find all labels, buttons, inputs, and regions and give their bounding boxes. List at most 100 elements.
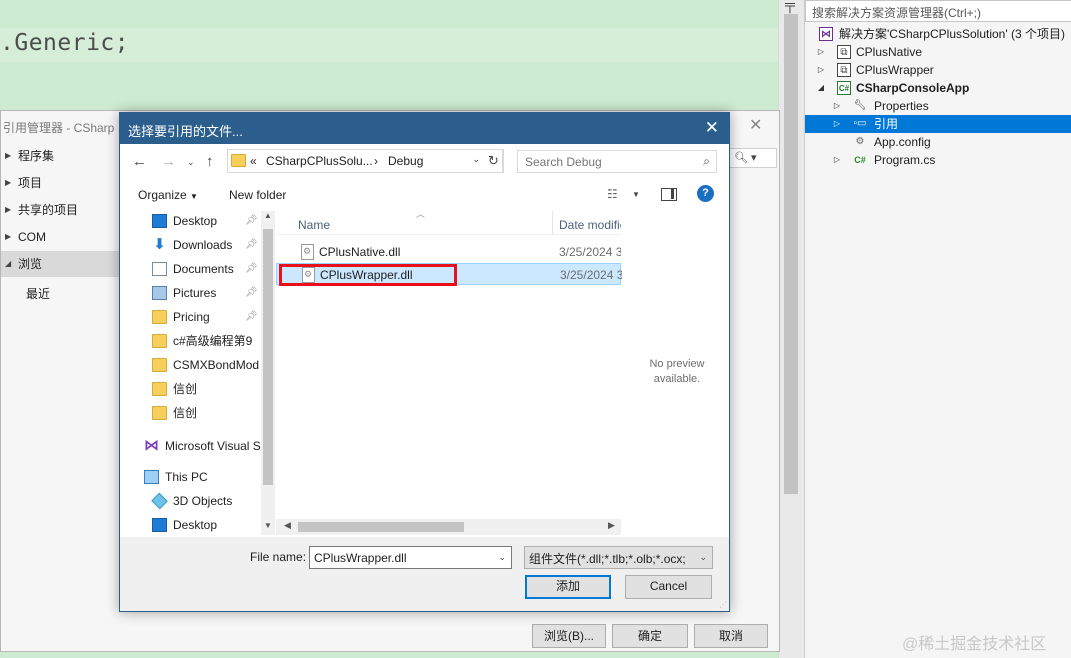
close-icon[interactable]: ✕ [705,118,719,138]
file-type-select[interactable]: 组件文件(*.dll;*.tlb;*.olb;*.ocx; ⌄ [524,546,713,569]
pin-icon: 📌︎ [245,239,258,250]
config-file-icon: ⚙ [855,136,865,147]
expand-arrow-icon[interactable]: ▷ [831,151,843,169]
hscroll-thumb[interactable] [298,522,464,532]
search-icon[interactable]: ⌕ [703,154,710,169]
tree-item-label: Properties [874,99,929,113]
rm-nav-recent[interactable]: 最近 [1,281,121,307]
tree-item-cpluswrapper[interactable]: ▷ ⧉ CPlusWrapper [805,61,1071,79]
expand-arrow-icon[interactable]: ▷ [815,61,827,79]
organize-button[interactable]: Organize ▼ [138,188,198,202]
file-row-selected[interactable]: CPlusWrapper.dll 3/25/2024 3 [276,263,622,286]
address-separator[interactable]: › [374,154,378,168]
nav-item-csmxbondmod[interactable]: CSMXBondMod [140,355,274,379]
close-icon[interactable]: ✕ [749,115,762,135]
view-options-icon[interactable]: ☷ [607,187,618,201]
tree-item-program-cs[interactable]: ▷ C# Program.cs [805,151,1071,169]
nav-item-xinchuang-1[interactable]: 信创 [140,379,274,403]
forward-arrow-icon[interactable]: → [161,153,176,170]
help-icon[interactable]: ? [697,185,714,202]
tree-item-properties[interactable]: ▷ 🔧︎ Properties [805,97,1071,115]
back-arrow-icon[interactable]: ← [132,153,147,170]
file-list-horizontal-scrollbar[interactable]: ◀ ▶ [276,519,621,535]
address-overflow[interactable]: « [250,154,257,168]
nav-item-this-pc[interactable]: This PC [140,467,274,491]
file-list-header: Name ︿ Date modified [276,209,621,235]
file-row[interactable]: CPlusNative.dll 3/25/2024 3 [276,241,621,263]
scroll-down-icon[interactable]: ▼ [264,521,272,530]
rm-nav-projects[interactable]: ▶ 项目 [1,170,121,196]
address-segment-parent[interactable]: CSharpCPlusSolu... [266,154,373,168]
nav-item-documents[interactable]: Documents 📌︎ [140,259,274,283]
add-button[interactable]: 添加 [525,575,611,599]
expand-arrow-icon[interactable]: ▷ [831,115,843,133]
nav-item-3d-objects[interactable]: 3D Objects [140,491,274,515]
scroll-left-icon[interactable]: ◀ [284,520,291,531]
rm-search-input[interactable]: 🔍︎ ▾ [729,148,777,168]
dialog-titlebar[interactable]: 选择要引用的文件... ✕ [120,113,729,144]
tree-item-references[interactable]: ▷ ▫▭ 引用 [805,115,1071,133]
resize-grip-icon[interactable]: ⋰ [719,600,727,609]
annotation-highlight-box [279,264,457,286]
nav-item-desktop-pc[interactable]: Desktop [140,515,274,535]
desktop-icon [152,518,167,532]
editor-scrollbar[interactable]: ╤ [778,0,804,658]
tree-item-cplusnative[interactable]: ▷ ⧉ CPlusNative [805,43,1071,61]
column-header-date[interactable]: Date modified [559,218,621,232]
chevron-down-icon[interactable]: ⌄ [472,154,480,165]
folder-icon [231,154,246,167]
navigation-scrollbar[interactable]: ▲ ▼ [261,211,275,535]
new-folder-button[interactable]: New folder [229,188,286,202]
solution-search-input[interactable]: 搜索解决方案资源管理器(Ctrl+;) [805,0,1071,22]
expand-arrow-icon[interactable]: ▷ [815,43,827,61]
search-input[interactable] [518,151,693,172]
rm-cancel-button[interactable]: 取消 [694,624,768,648]
navigation-pane[interactable]: Desktop 📌︎ ⬇ Downloads 📌︎ Documents 📌︎ P… [140,211,274,535]
tree-item-solution[interactable]: ⋈ 解决方案'CSharpCPlusSolution' (3 个项目) [805,25,1071,43]
editor-scroll-thumb[interactable] [784,14,798,494]
browse-button[interactable]: 浏览(B)... [532,624,606,648]
address-segment-current[interactable]: Debug [388,154,423,168]
column-separator[interactable] [552,211,553,235]
rm-nav-com[interactable]: ▶ COM [1,224,121,250]
dialog-title: 选择要引用的文件... [128,124,243,139]
tree-item-csharpconsoleapp[interactable]: ◢ C# CSharpConsoleApp [805,79,1071,97]
scroll-right-icon[interactable]: ▶ [608,520,615,531]
nav-item-csharp-book[interactable]: c#高级编程第9 [140,331,274,355]
search-field[interactable]: ⌕ [517,150,717,173]
nav-item-label: This PC [165,470,208,484]
preview-pane-icon[interactable] [661,188,677,201]
file-name-input[interactable] [310,547,490,568]
recent-locations-chevron-icon[interactable]: ⌄ [187,157,195,168]
chevron-down-icon[interactable]: ▼ [632,190,640,199]
visual-studio-icon: ⋈ [144,437,159,454]
nav-item-xinchuang-2[interactable]: 信创 [140,403,274,427]
column-header-name[interactable]: Name [298,218,330,232]
split-icon[interactable]: ╤ [785,0,795,12]
nav-item-pictures[interactable]: Pictures 📌︎ [140,283,274,307]
tree-item-label: CPlusNative [856,45,923,59]
nav-item-pricing[interactable]: Pricing 📌︎ [140,307,274,331]
file-name-combobox[interactable]: ⌄ [309,546,512,569]
rm-nav-browse[interactable]: ◢ 浏览 [1,251,121,277]
refresh-button[interactable]: ↻ [484,149,504,173]
downloads-icon: ⬇ [153,236,166,253]
chevron-down-icon[interactable]: ⌄ [498,552,506,563]
up-arrow-icon[interactable]: ↑ [206,153,214,170]
expand-arrow-icon[interactable]: ▷ [831,97,843,115]
file-date: 3/25/2024 3 [560,268,622,282]
nav-item-visual-studio[interactable]: ⋈ Microsoft Visual S [140,436,274,460]
tree-item-app-config[interactable]: ⚙ App.config [805,133,1071,151]
cpp-project-icon: ⧉ [837,45,851,59]
collapse-arrow-icon[interactable]: ◢ [815,79,827,97]
rm-nav-assemblies[interactable]: ▶ 程序集 [1,143,121,169]
nav-item-downloads[interactable]: ⬇ Downloads 📌︎ [140,235,274,259]
nav-item-desktop[interactable]: Desktop 📌︎ [140,211,274,235]
nav-scroll-thumb[interactable] [263,229,273,485]
rm-nav-shared-projects[interactable]: ▶ 共享的项目 [1,197,121,223]
desktop-icon [152,214,167,228]
address-bar[interactable]: « CSharpCPlusSolu... › Debug ⌄ [227,149,503,173]
cancel-button[interactable]: Cancel [625,575,712,599]
ok-button[interactable]: 确定 [612,624,688,648]
scroll-up-icon[interactable]: ▲ [264,211,272,220]
